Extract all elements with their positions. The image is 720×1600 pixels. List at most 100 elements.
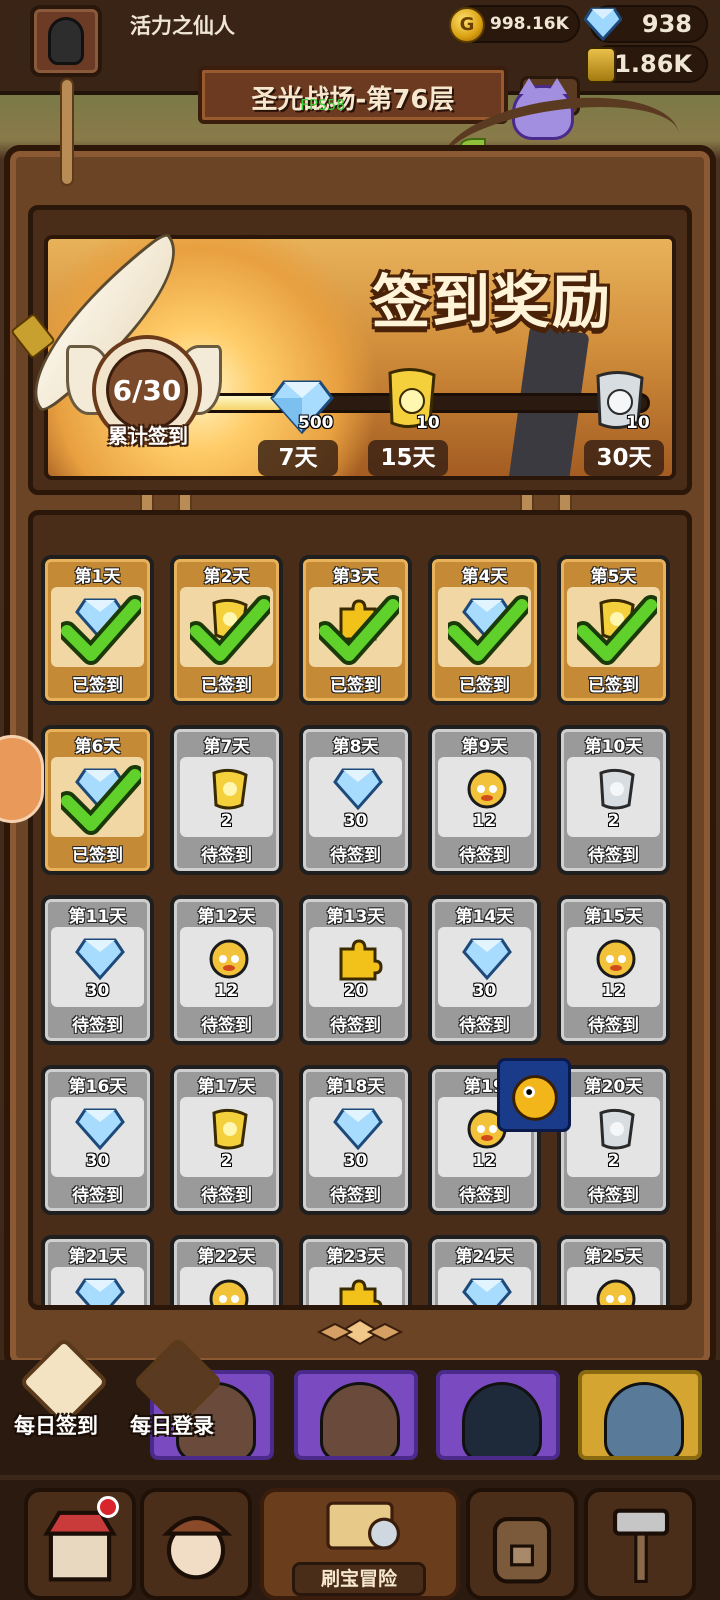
day-label: 第1天	[74, 567, 121, 587]
cumulative-count: 6/30	[106, 349, 188, 431]
day-label: 第12天	[197, 907, 256, 927]
reward-count: 30	[85, 981, 110, 1001]
backpack-icon	[492, 1516, 552, 1584]
day-card[interactable]: 第18天 30 待签到	[299, 1065, 412, 1215]
day-card[interactable]: 第21天	[41, 1235, 154, 1305]
day-card[interactable]: 第10天 2 待签到	[557, 725, 670, 875]
gold-amount: 998.16K	[490, 14, 569, 34]
day-label: 第20天	[584, 1077, 643, 1097]
day-card[interactable]: 第11天 30 待签到	[41, 895, 154, 1045]
side-float-button[interactable]	[0, 735, 44, 823]
gold-counter[interactable]: G 998.16K	[449, 5, 580, 43]
stage-banner[interactable]: 圣光战场-第76层	[198, 66, 508, 124]
check-icon	[319, 595, 399, 665]
day-card[interactable]: 第1天已签到	[41, 555, 154, 705]
potion-counter[interactable]: 1.86K	[586, 45, 708, 83]
puzzle-icon	[339, 1279, 383, 1305]
fps-counter: FPS58	[300, 96, 346, 114]
gem-counter[interactable]: 938	[584, 5, 708, 43]
day-label: 第6天	[74, 737, 121, 757]
day-card[interactable]: 第8天 30 待签到	[299, 725, 412, 875]
hero-icon	[209, 939, 249, 979]
hero-card[interactable]	[578, 1370, 702, 1460]
day-card[interactable]: 第7天 2 待签到	[170, 725, 283, 875]
reward-count: 30	[85, 1151, 110, 1171]
gem-icon	[333, 768, 383, 811]
milestone-day: 30天	[584, 440, 664, 476]
sign-status: 待签到	[201, 1186, 252, 1206]
day-label: 第11天	[68, 907, 127, 927]
day-card[interactable]: 第16天 30 待签到	[41, 1065, 154, 1215]
day-label: 第15天	[584, 907, 643, 927]
day-card[interactable]: 第14天 30 待签到	[428, 895, 541, 1045]
sign-status: 待签到	[588, 846, 639, 866]
scroll-more-indicator[interactable]	[305, 1318, 415, 1346]
hero-card[interactable]	[436, 1370, 560, 1460]
hero-portrait	[462, 1382, 542, 1456]
day-label: 第2天	[203, 567, 250, 587]
shop-button[interactable]	[24, 1488, 136, 1600]
gem-icon	[462, 1278, 512, 1305]
hero-portrait	[320, 1382, 400, 1456]
bird-skill-icon[interactable]	[497, 1058, 571, 1132]
potion-amount: 1.86K	[614, 50, 692, 78]
player-avatar[interactable]	[30, 5, 102, 77]
reward-count: 2	[607, 1151, 620, 1171]
treasure-adventure-label: 刷宝冒险	[292, 1562, 426, 1596]
reward-count: 2	[220, 811, 233, 831]
day-card[interactable]: 第4天已签到	[428, 555, 541, 705]
reward-count: 30	[472, 981, 497, 1001]
gem-amount: 938	[641, 10, 692, 38]
reward-count: 30	[343, 1151, 368, 1171]
day-card[interactable]: 第17天 2 待签到	[170, 1065, 283, 1215]
sign-status: 待签到	[72, 1186, 123, 1206]
day-label: 第5天	[590, 567, 637, 587]
day-card[interactable]: 第6天 已签到	[41, 725, 154, 875]
day-card[interactable]: 第12天 12 待签到	[170, 895, 283, 1045]
day-label: 第24天	[455, 1247, 514, 1267]
hero-button[interactable]	[140, 1488, 252, 1600]
day-card[interactable]: 第22天	[170, 1235, 283, 1305]
sign-status: 待签到	[72, 1016, 123, 1036]
sign-status: 待签到	[201, 1016, 252, 1036]
sign-status: 待签到	[459, 846, 510, 866]
sign-status: 已签到	[330, 676, 381, 696]
silver-scroll-icon	[599, 1108, 635, 1150]
day-label: 第23天	[326, 1247, 385, 1267]
day-card[interactable]: 第23天	[299, 1235, 412, 1305]
notification-dot	[97, 1496, 119, 1518]
forge-button[interactable]	[584, 1488, 696, 1600]
day-card[interactable]: 第15天 12 待签到	[557, 895, 670, 1045]
sign-status: 已签到	[201, 676, 252, 696]
sign-status: 已签到	[72, 676, 123, 696]
day-card[interactable]: 第25天	[557, 1235, 670, 1305]
day-card[interactable]: 第2天已签到	[170, 555, 283, 705]
check-icon	[448, 595, 528, 665]
milestone-day: 15天	[368, 440, 448, 476]
day-card[interactable]: 第9天 12 待签到	[428, 725, 541, 875]
gem-icon	[75, 1278, 125, 1305]
reward-count: 2	[220, 1151, 233, 1171]
day-card[interactable]: 第13天 20 待签到	[299, 895, 412, 1045]
day-label: 第4天	[461, 567, 508, 587]
day-card[interactable]: 第5天已签到	[557, 555, 670, 705]
day-label: 第22天	[197, 1247, 256, 1267]
reward-count: 12	[472, 1151, 497, 1171]
sign-status: 已签到	[588, 676, 639, 696]
hero-icon	[467, 769, 507, 809]
daily-reward-grid: 第1天 已签到 第2天 已签到 第3天 已签到 第4天 已签到 第5天 已签到 第6天 已签到 第7天 2…	[28, 510, 692, 1310]
hero-icon	[209, 1279, 249, 1305]
day-card[interactable]: 第3天 已签到	[299, 555, 412, 705]
hero-card[interactable]	[294, 1370, 418, 1460]
milestone-day: 7天	[258, 440, 338, 476]
gem-icon	[584, 7, 622, 41]
day-label: 第25天	[584, 1247, 643, 1267]
sign-status: 待签到	[330, 1016, 381, 1036]
day-card[interactable]: 第20天 2 待签到	[557, 1065, 670, 1215]
backpack-button[interactable]	[466, 1488, 578, 1600]
day-label: 第8天	[332, 737, 379, 757]
check-icon	[577, 595, 657, 665]
sign-status: 已签到	[459, 676, 510, 696]
reward-count: 12	[601, 981, 626, 1001]
day-card[interactable]: 第24天	[428, 1235, 541, 1305]
